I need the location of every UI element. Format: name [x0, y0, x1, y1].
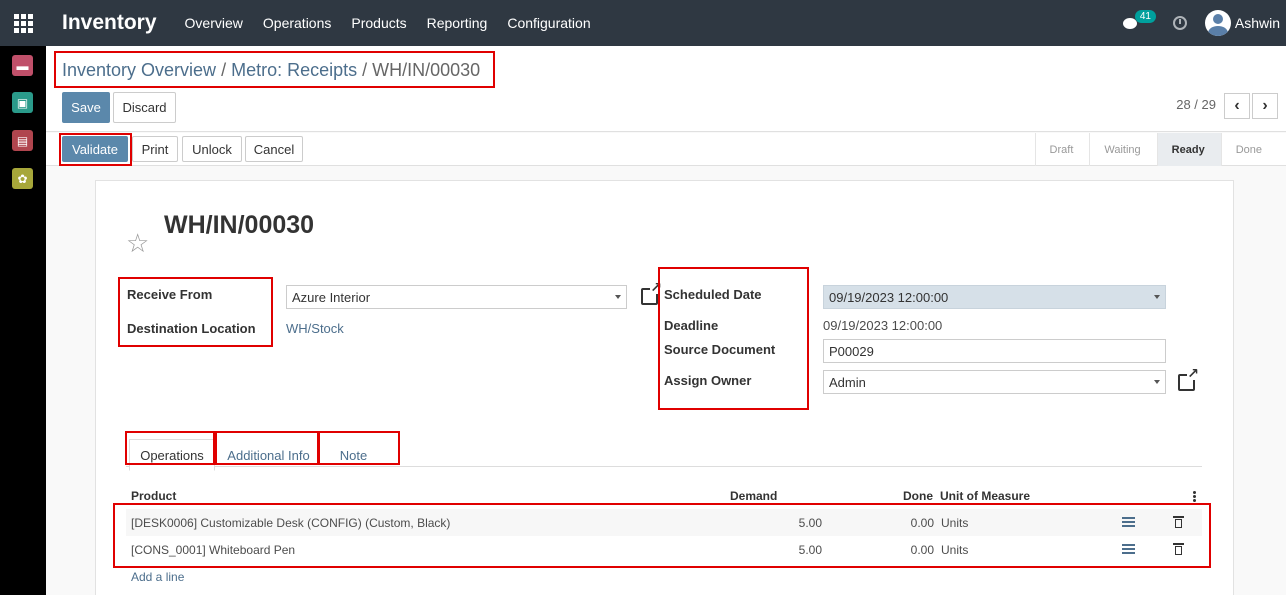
delete-row-icon[interactable] [1173, 543, 1184, 555]
assign-owner-label: Assign Owner [664, 373, 752, 388]
table-row[interactable]: [DESK0006] Customizable Desk (CONFIG) (C… [126, 509, 1202, 536]
stage-ready: Ready [1156, 133, 1221, 166]
breadcrumb-current: WH/IN/00030 [372, 60, 481, 80]
row-done: 0.00 [910, 516, 934, 530]
pager-prev-button[interactable]: ‹ [1224, 93, 1250, 119]
status-bar: Validate Print Unlock Cancel Draft Waiti… [46, 133, 1286, 166]
add-line-link[interactable]: Add a line [131, 570, 184, 584]
row-uom: Units [941, 543, 969, 557]
source-document-input[interactable]: P00029 [823, 339, 1166, 363]
chat-badge: 41 [1134, 10, 1156, 23]
assign-owner-value: Admin [829, 375, 866, 390]
top-navbar: Inventory Overview Operations Products R… [0, 0, 1286, 46]
breadcrumb: Inventory Overview / Metro: Receipts / WH/IN… [62, 60, 481, 80]
col-demand[interactable]: Demand [730, 489, 777, 503]
owner-external-link-icon[interactable] [1178, 366, 1200, 391]
chat-icon[interactable]: 41 [1122, 10, 1156, 30]
deadline-label: Deadline [664, 318, 719, 333]
stage-done: Done [1220, 133, 1278, 166]
activity-clock-icon[interactable] [1172, 16, 1187, 30]
receive-from-select[interactable]: Azure Interior [286, 285, 627, 309]
receive-from-value: Azure Interior [292, 290, 371, 305]
user-name[interactable]: Ashwin [1235, 15, 1280, 31]
col-product[interactable]: Product [131, 489, 176, 503]
breadcrumb-metro-receipts[interactable]: Metro: Receipts [231, 60, 357, 80]
contacts-icon[interactable]: ▣ [12, 92, 33, 113]
delete-row-icon[interactable] [1173, 516, 1184, 528]
unlock-button[interactable]: Unlock [182, 136, 242, 162]
row-product: [DESK0006] Customizable Desk (CONFIG) (C… [131, 516, 451, 530]
scheduled-date-label: Scheduled Date [664, 287, 762, 302]
pager-counter: 28 / 29 [1176, 97, 1216, 112]
record-title: WH/IN/00030 [164, 211, 315, 239]
pager-next-button[interactable]: › [1252, 93, 1278, 119]
destination-location-label: Destination Location [127, 321, 256, 336]
main-content: Inventory Overview / Metro: Receipts / WH/IN… [46, 46, 1286, 595]
form-sheet: ☆ WH/IN/00030 Receive From Destination L… [95, 180, 1234, 595]
tab-operations[interactable]: Operations [129, 439, 215, 471]
col-unit-of-measure[interactable]: Unit of Measure [940, 489, 1030, 503]
save-button[interactable]: Save [62, 92, 110, 123]
col-done[interactable]: Done [903, 489, 933, 503]
assign-owner-select[interactable]: Admin [823, 370, 1166, 394]
left-sidebar: ▬ ▣ ▤ ✿ [0, 46, 46, 595]
source-document-label: Source Document [664, 342, 776, 357]
destination-location-link[interactable]: WH/Stock [286, 321, 344, 336]
app-menu-icon[interactable] [0, 0, 46, 46]
discuss-icon[interactable]: ▬ [12, 55, 33, 76]
menu-configuration[interactable]: Configuration [507, 15, 590, 31]
deadline-value: 09/19/2023 12:00:00 [823, 318, 943, 333]
discard-button[interactable]: Discard [113, 92, 176, 123]
inventory-box-icon[interactable]: ▤ [12, 130, 33, 151]
scheduled-date-input[interactable]: 09/19/2023 12:00:00 [823, 285, 1166, 309]
tab-additional-info[interactable]: Additional Info [220, 439, 317, 471]
row-product: [CONS_0001] Whiteboard Pen [131, 543, 296, 557]
menu-operations[interactable]: Operations [263, 15, 331, 31]
cancel-button[interactable]: Cancel [245, 136, 303, 162]
validate-button[interactable]: Validate [62, 136, 128, 162]
row-demand: 5.00 [798, 543, 822, 557]
row-demand: 5.00 [798, 516, 822, 530]
breadcrumb-inventory-overview[interactable]: Inventory Overview [62, 60, 216, 80]
menu-overview[interactable]: Overview [185, 15, 243, 31]
detailed-operations-icon[interactable] [1122, 517, 1135, 528]
control-panel: Inventory Overview / Metro: Receipts / WH/IN… [46, 46, 1286, 132]
source-document-value: P00029 [829, 344, 874, 359]
external-link-icon[interactable] [641, 280, 663, 305]
receive-from-label: Receive From [127, 287, 213, 302]
tab-note[interactable]: Note [322, 439, 385, 471]
detailed-operations-icon[interactable] [1122, 544, 1135, 555]
stage-waiting: Waiting [1089, 133, 1156, 166]
menu-products[interactable]: Products [351, 15, 406, 31]
print-button[interactable]: Print [132, 136, 178, 162]
table-row[interactable]: [CONS_0001] Whiteboard Pen 5.00 0.00 Uni… [126, 536, 1202, 563]
menu-reporting[interactable]: Reporting [427, 15, 488, 31]
favorite-star-icon[interactable]: ☆ [126, 228, 149, 259]
settings-gear-icon[interactable]: ✿ [12, 168, 33, 189]
row-done: 0.00 [910, 543, 934, 557]
stage-pipeline: Draft Waiting Ready Done [1034, 133, 1278, 166]
column-options-icon[interactable] [1193, 491, 1196, 503]
app-brand[interactable]: Inventory [62, 11, 157, 35]
row-uom: Units [941, 516, 969, 530]
stage-draft: Draft [1034, 133, 1090, 166]
user-avatar[interactable] [1204, 10, 1231, 36]
scheduled-date-value: 09/19/2023 12:00:00 [829, 290, 949, 305]
